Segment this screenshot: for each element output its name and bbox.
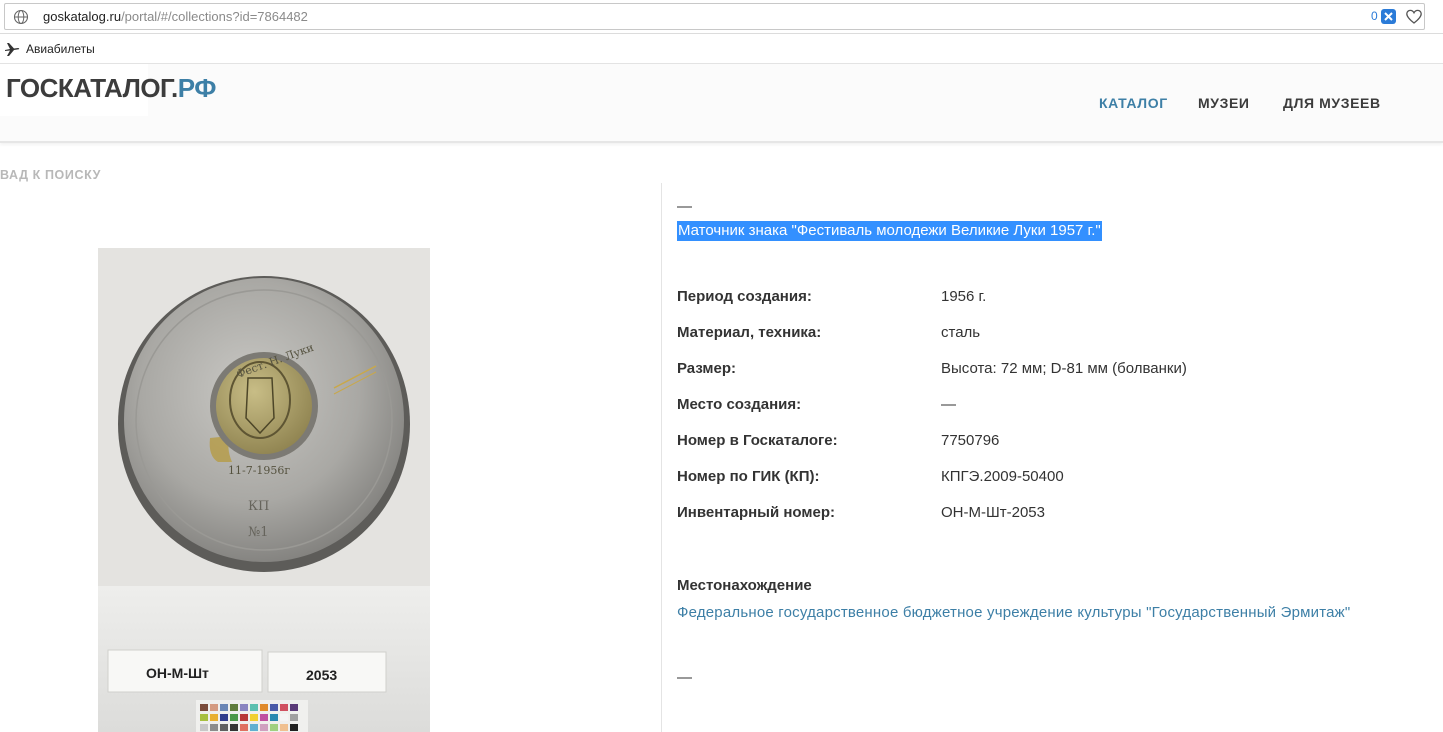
adblock-count: 0 [1371, 9, 1378, 23]
field-value-period: 1956 г. [941, 288, 987, 305]
nav-for-museums[interactable]: ДЛЯ МУЗЕЕВ [1283, 95, 1381, 111]
photo-label-left: ОН-М-Шт [146, 665, 209, 681]
logo-main-text: ГОСКАТАЛОГ. [6, 73, 178, 103]
column-divider [661, 183, 662, 732]
field-value-inventory-number: ОН-М-Шт-2053 [941, 504, 1045, 521]
dash-bottom: — [677, 669, 692, 686]
photo-date-text: 11-7-1956г [228, 464, 290, 477]
nav-catalog[interactable]: КАТАЛОГ [1099, 95, 1168, 111]
site-logo: ГОСКАТАЛОГ.РФ [6, 73, 216, 104]
dash-top: — [677, 198, 692, 215]
field-label-inventory-number: Инвентарный номер: [677, 504, 835, 521]
field-label-place: Место создания: [677, 396, 802, 413]
location-link[interactable]: Федеральное государственное бюджетное уч… [677, 604, 1350, 621]
field-label-period: Период создания: [677, 288, 812, 305]
url-text[interactable]: goskatalog.ru/portal/#/collections?id=78… [43, 9, 308, 25]
field-value-place: — [941, 396, 956, 413]
airplane-icon [5, 43, 20, 56]
nav-museums[interactable]: МУЗЕИ [1198, 95, 1250, 111]
color-checker [196, 700, 308, 732]
logo-link[interactable]: ГОСКАТАЛОГ.РФ [0, 64, 216, 116]
field-value-gik-number: КПГЭ.2009-50400 [941, 468, 1064, 485]
browser-address-bar: goskatalog.ru/portal/#/collections?id=78… [0, 0, 1443, 34]
url-field[interactable]: goskatalog.ru/portal/#/collections?id=78… [4, 3, 1425, 30]
adblock-icon[interactable] [1381, 9, 1396, 24]
heart-icon[interactable] [1405, 8, 1423, 26]
photo-label-right: 2053 [306, 667, 337, 683]
logo-accent-text: РФ [177, 73, 217, 103]
field-label-size: Размер: [677, 360, 737, 377]
field-label-goskatalog-number: Номер в Госкаталоге: [677, 432, 838, 449]
photo-num-text: №1 [248, 525, 269, 540]
field-value-goskatalog-number: 7750796 [941, 432, 1000, 449]
globe-icon [13, 9, 29, 25]
bookmarks-bar: Авиабилеты [0, 34, 1443, 64]
url-path: /portal/#/collections?id=7864482 [121, 9, 308, 24]
location-heading: Местонахождение [677, 577, 812, 594]
photo-kp-text: КП [248, 499, 269, 514]
bookmark-aviabilety[interactable]: Авиабилеты [26, 42, 95, 56]
field-value-size: Высота: 72 мм; D-81 мм (болванки) [941, 360, 1187, 377]
item-photo[interactable]: Фест. Н. Луки 11-7-1956г КП №1 ОН-М-Шт 2… [98, 248, 430, 732]
site-header: ГОСКАТАЛОГ.РФ КАТАЛОГ МУЗЕИ ДЛЯ МУЗЕЕВ [0, 64, 1443, 143]
url-host: goskatalog.ru [43, 9, 122, 24]
item-photo-drawing: Фест. Н. Луки 11-7-1956г КП №1 ОН-М-Шт 2… [98, 248, 430, 732]
field-label-gik-number: Номер по ГИК (КП): [677, 468, 820, 485]
item-title[interactable]: Маточник знака "Фестиваль молодежи Велик… [677, 221, 1102, 241]
back-to-search-link[interactable]: ВАД К ПОИСКУ [0, 168, 101, 182]
field-value-material: сталь [941, 324, 981, 341]
field-label-material: Материал, техника: [677, 324, 822, 341]
